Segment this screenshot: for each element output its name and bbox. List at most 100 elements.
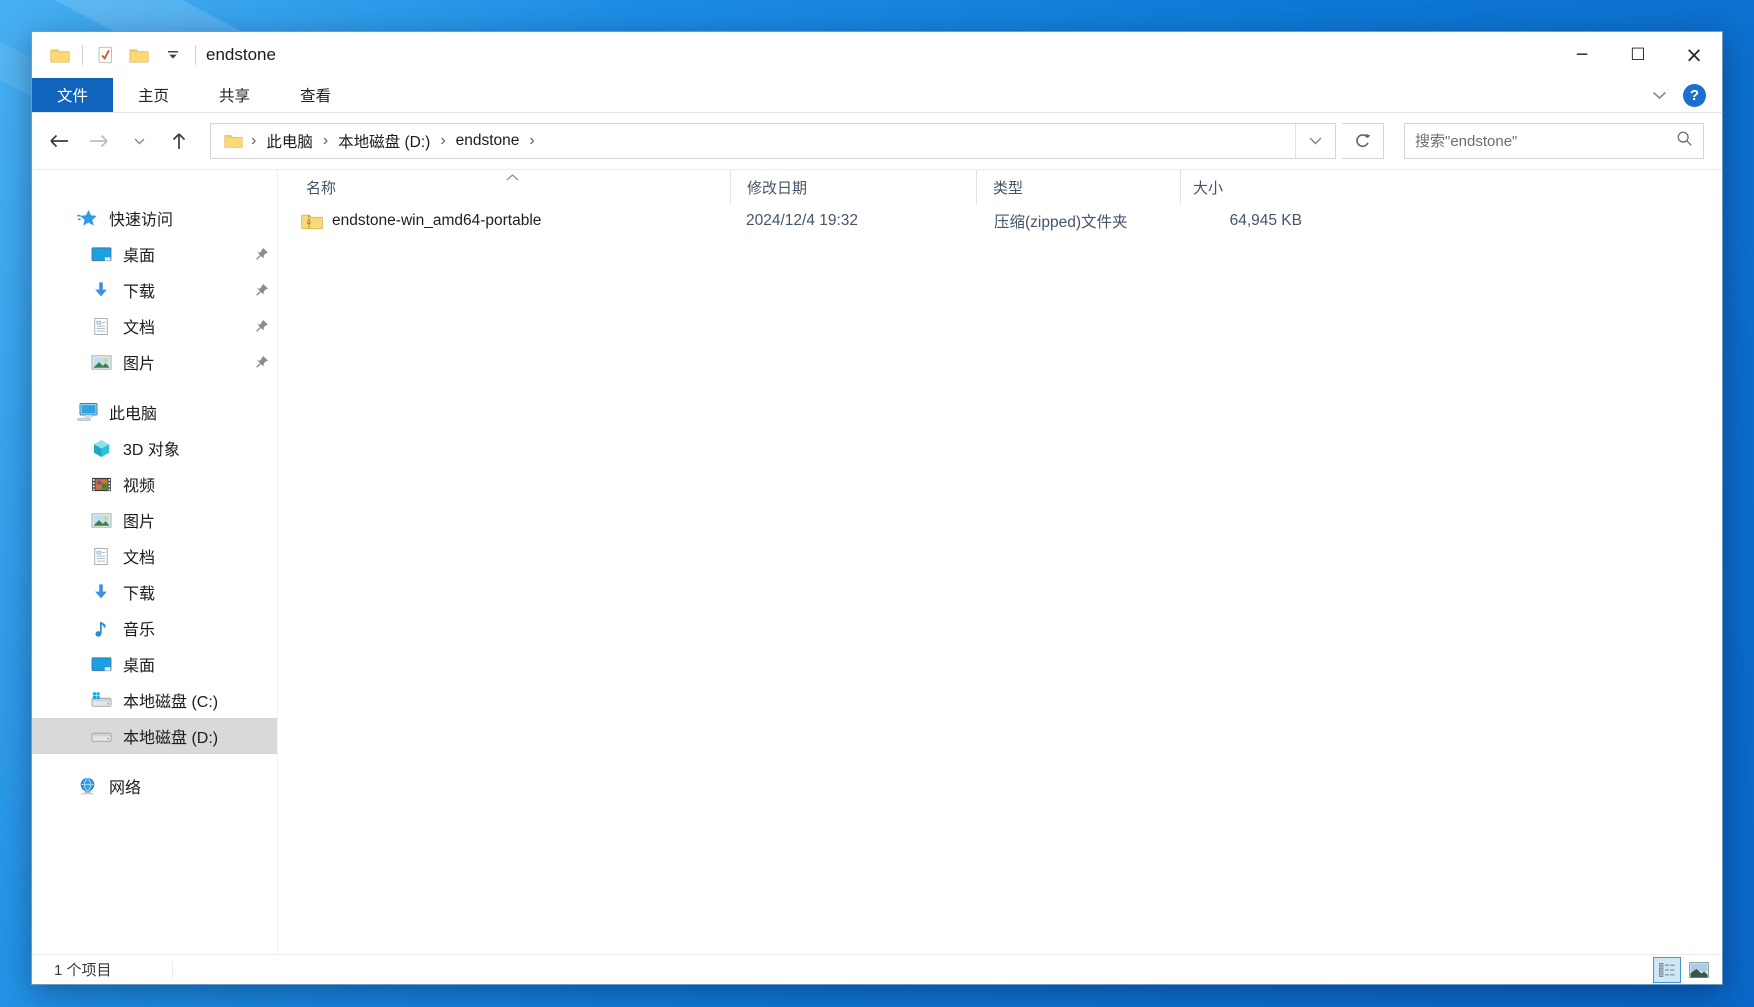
this-pc-icon <box>76 401 98 423</box>
toolbar-divider <box>82 45 83 65</box>
sidebar-item-drive-c[interactable]: 本地磁盘 (C:) <box>32 682 277 718</box>
tab-share[interactable]: 共享 <box>194 78 275 112</box>
breadcrumb: › 此电脑 › 本地磁盘 (D:) › endstone › <box>211 124 1295 158</box>
sidebar-item-pictures[interactable]: 图片 <box>32 502 277 538</box>
pin-icon <box>255 283 269 297</box>
navigation-toolbar: › 此电脑 › 本地磁盘 (D:) › endstone › <box>32 113 1722 169</box>
customize-toolbar-chevron-icon[interactable] <box>161 43 185 67</box>
sidebar-item-label: 桌面 <box>123 652 155 676</box>
desktop-icon <box>90 243 112 265</box>
sidebar-item-music[interactable]: 音乐 <box>32 610 277 646</box>
window-controls: ─ ☐ × <box>1554 32 1722 78</box>
breadcrumb-endstone[interactable]: endstone <box>452 132 524 150</box>
sidebar-item-this-pc[interactable]: 此电脑 <box>32 394 277 430</box>
breadcrumb-drive-d[interactable]: 本地磁盘 (D:) <box>334 130 434 152</box>
address-dropdown-chevron-icon[interactable] <box>1295 124 1335 158</box>
pin-icon <box>255 355 269 369</box>
column-header-type[interactable]: 类型 <box>976 170 1180 204</box>
new-folder-icon[interactable] <box>127 43 151 67</box>
sidebar-item-desktop[interactable]: 桌面 <box>32 236 277 272</box>
forward-button[interactable] <box>82 124 116 158</box>
search-icon[interactable] <box>1676 130 1693 152</box>
sidebar-item-network[interactable]: 网络 <box>32 768 277 804</box>
sidebar-item-pictures[interactable]: 图片 <box>32 344 277 380</box>
sidebar-item-label: 桌面 <box>123 242 155 266</box>
pin-icon <box>255 319 269 333</box>
maximize-button[interactable]: ☐ <box>1610 32 1666 78</box>
status-divider <box>172 961 173 979</box>
sidebar-item-quick-access-star[interactable]: 快速访问 <box>32 200 277 236</box>
sidebar-item-label: 3D 对象 <box>123 436 180 460</box>
file-row[interactable]: endstone-win_amd64-portable 2024/12/4 19… <box>278 204 1722 238</box>
sidebar-item-documents[interactable]: 文档 <box>32 538 277 574</box>
crumb-separator: › <box>321 132 330 150</box>
crumb-separator: › <box>249 132 258 150</box>
sidebar-item-videos[interactable]: 视频 <box>32 466 277 502</box>
column-header-name[interactable]: 名称 <box>290 170 730 204</box>
navigation-pane: 快速访问 桌面 下载 文档 图片 此电脑 3D 对象 视频 图片 文档 下载 音… <box>32 170 278 954</box>
quick-access-toolbar <box>48 43 196 67</box>
quick-access-star-icon <box>76 207 98 229</box>
downloads-icon <box>90 279 112 301</box>
refresh-button[interactable] <box>1342 123 1384 159</box>
status-bar: 1 个项目 <box>32 954 1722 984</box>
window-title: endstone <box>206 45 276 65</box>
folder-icon[interactable] <box>48 43 72 67</box>
crumb-separator: › <box>527 132 536 150</box>
sidebar-item-label: 此电脑 <box>109 400 157 424</box>
tab-view[interactable]: 查看 <box>275 78 356 112</box>
column-header-size[interactable]: 大小 <box>1180 170 1316 204</box>
properties-check-icon[interactable] <box>93 43 117 67</box>
pictures-icon <box>90 351 112 373</box>
sidebar-item-drive[interactable]: 本地磁盘 (D:) <box>32 718 277 754</box>
sidebar-item-label: 本地磁盘 (C:) <box>123 688 218 712</box>
back-button[interactable] <box>42 124 76 158</box>
sidebar-item-label: 图片 <box>123 350 155 374</box>
address-folder-icon[interactable] <box>221 129 245 153</box>
toolbar-divider <box>195 45 196 65</box>
pin-icon <box>255 247 269 261</box>
pictures-icon <box>90 509 112 531</box>
details-view-button[interactable] <box>1654 958 1680 982</box>
minimize-button[interactable]: ─ <box>1554 32 1610 78</box>
sidebar-item-label: 文档 <box>123 314 155 338</box>
sidebar-item-downloads[interactable]: 下载 <box>32 574 277 610</box>
sort-ascending-caret-icon <box>506 168 519 185</box>
sidebar-item-desktop[interactable]: 桌面 <box>32 646 277 682</box>
sidebar-item-label: 下载 <box>123 580 155 604</box>
downloads-icon <box>90 581 112 603</box>
sidebar-item-label: 网络 <box>109 774 141 798</box>
zip-folder-icon <box>300 210 324 232</box>
sidebar-item-objects-3d[interactable]: 3D 对象 <box>32 430 277 466</box>
file-type: 压缩(zipped)文件夹 <box>976 204 1180 238</box>
breadcrumb-this-pc[interactable]: 此电脑 <box>262 130 317 152</box>
search-input[interactable] <box>1415 133 1676 150</box>
sidebar-item-documents[interactable]: 文档 <box>32 308 277 344</box>
close-button[interactable]: × <box>1666 32 1722 78</box>
crumb-separator: › <box>438 132 447 150</box>
recent-locations-chevron-icon[interactable] <box>122 124 156 158</box>
tab-file[interactable]: 文件 <box>32 78 113 112</box>
sidebar-item-label: 音乐 <box>123 616 155 640</box>
sidebar-item-label: 视频 <box>123 472 155 496</box>
item-count: 1 个项目 <box>54 959 112 980</box>
help-button[interactable]: ? <box>1683 84 1706 107</box>
column-header-modified[interactable]: 修改日期 <box>730 170 976 204</box>
network-icon <box>76 775 98 797</box>
up-button[interactable] <box>162 124 196 158</box>
file-modified-date: 2024/12/4 19:32 <box>730 204 976 238</box>
videos-icon <box>90 473 112 495</box>
music-icon <box>90 617 112 639</box>
sidebar-item-label: 本地磁盘 (D:) <box>123 724 218 748</box>
title-bar: endstone ─ ☐ × <box>32 32 1722 78</box>
sidebar-item-downloads[interactable]: 下载 <box>32 272 277 308</box>
sidebar-item-label: 图片 <box>123 508 155 532</box>
sidebar-item-label: 下载 <box>123 278 155 302</box>
drive-c-icon <box>90 689 112 711</box>
objects-3d-icon <box>90 437 112 459</box>
large-icons-view-button[interactable] <box>1686 958 1712 982</box>
drive-icon <box>90 725 112 747</box>
address-bar[interactable]: › 此电脑 › 本地磁盘 (D:) › endstone › <box>210 123 1336 159</box>
tab-home[interactable]: 主页 <box>113 78 194 112</box>
expand-ribbon-chevron-icon[interactable] <box>1652 91 1667 100</box>
